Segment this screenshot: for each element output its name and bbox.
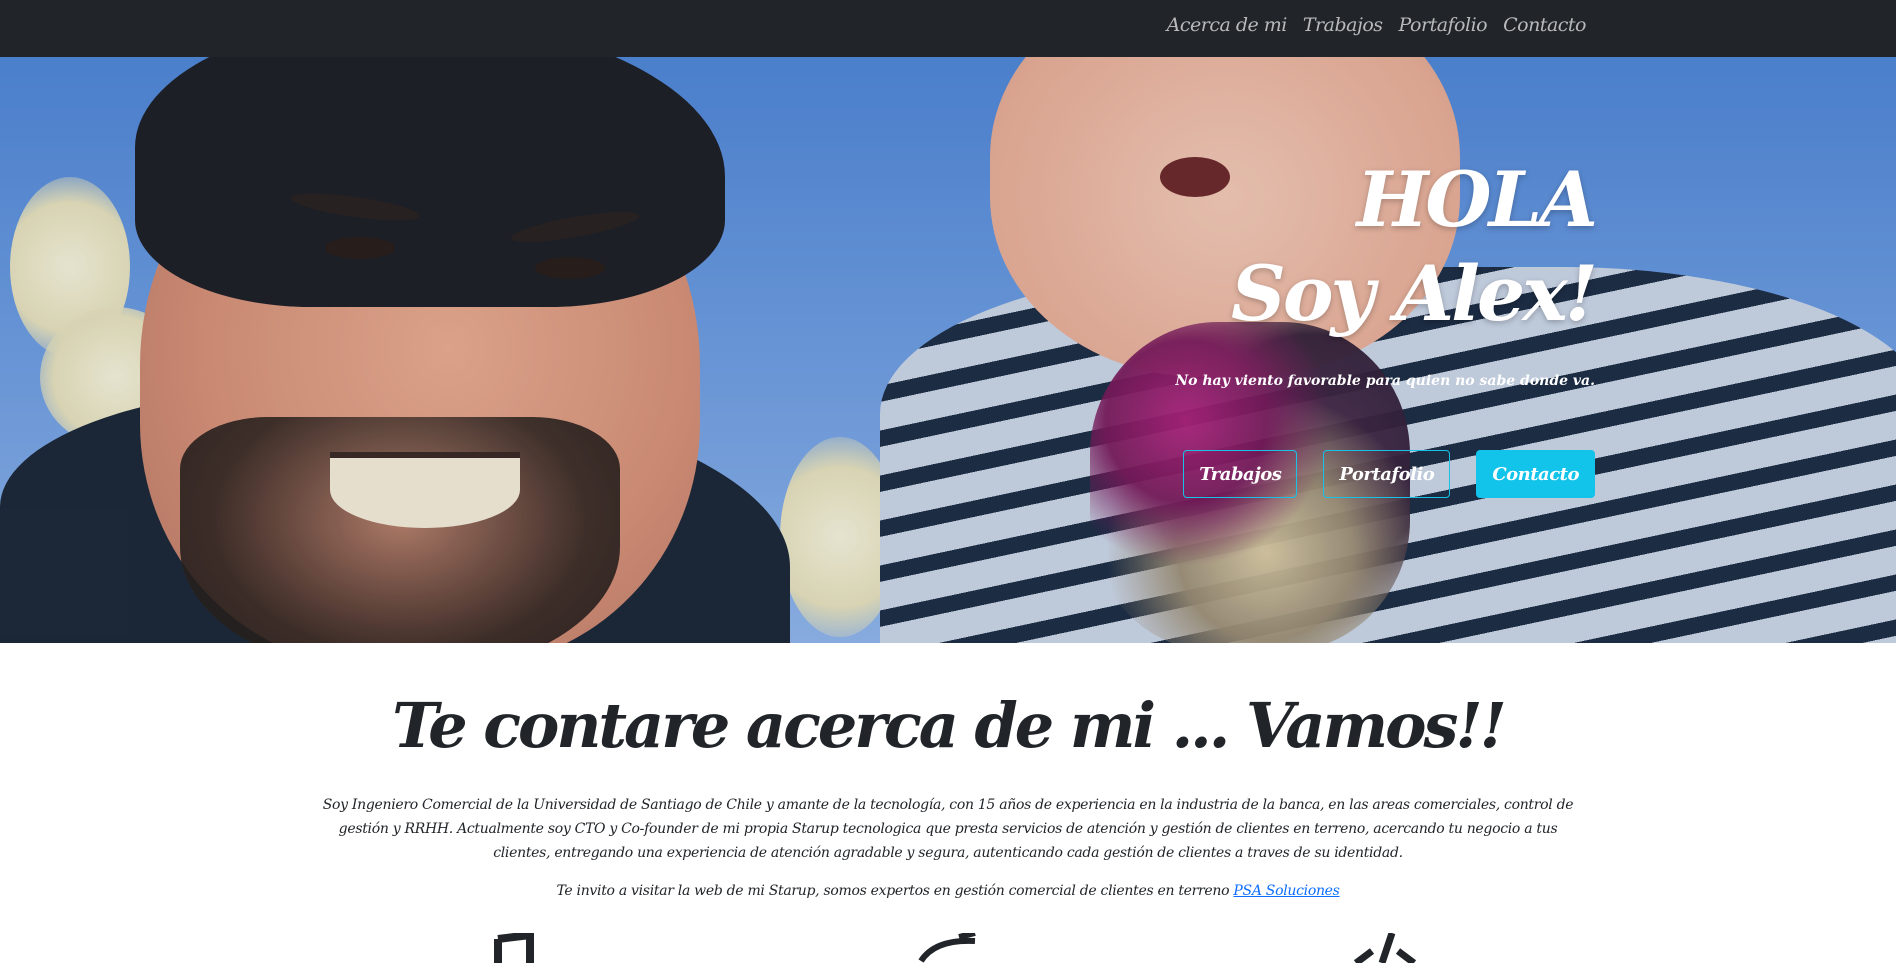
about-paragraph: Soy Ingeniero Comercial de la Universida… (322, 797, 1574, 861)
hero-section: HOLA Soy Alex! No hay viento favorable p… (0, 57, 1896, 643)
invite-text: Te invito a visitar la web de mi Starup,… (556, 883, 1230, 899)
nav-link-contacto[interactable]: Contacto (1503, 14, 1586, 36)
contacto-button[interactable]: Contacto (1476, 450, 1595, 498)
hero-subtitle: No hay viento favorable para quien no sa… (1175, 373, 1595, 389)
hero-buttons: Trabajos Portafolio Contacto (1183, 450, 1595, 498)
trabajos-button[interactable]: Trabajos (1183, 450, 1298, 498)
psa-soluciones-link[interactable]: PSA Soluciones (1233, 883, 1339, 899)
nav-link-trabajos[interactable]: Trabajos (1303, 14, 1383, 36)
nav-link-portafolio[interactable]: Portafolio (1399, 14, 1488, 36)
navbar: Acerca de mi Trabajos Portafolio Contact… (0, 0, 1896, 57)
hero-title-line1: HOLA (1356, 155, 1598, 244)
music-note-icon (494, 933, 534, 963)
about-title: Te contare acerca de mi ... Vamos!! (392, 689, 1507, 762)
pen-icon (918, 933, 976, 963)
nav-links: Acerca de mi Trabajos Portafolio Contact… (1167, 14, 1587, 36)
hero-overlay (0, 57, 1896, 643)
portafolio-button[interactable]: Portafolio (1323, 450, 1451, 498)
code-icon (1353, 933, 1417, 963)
hero-text-block: HOLA Soy Alex! No hay viento favorable p… (1175, 153, 1598, 389)
nav-link-acerca[interactable]: Acerca de mi (1167, 14, 1288, 36)
about-invite: Te invito a visitar la web de mi Starup,… (0, 883, 1896, 899)
hero-title: HOLA Soy Alex! (1175, 153, 1598, 341)
hero-title-line2: Soy Alex! (1230, 249, 1598, 338)
